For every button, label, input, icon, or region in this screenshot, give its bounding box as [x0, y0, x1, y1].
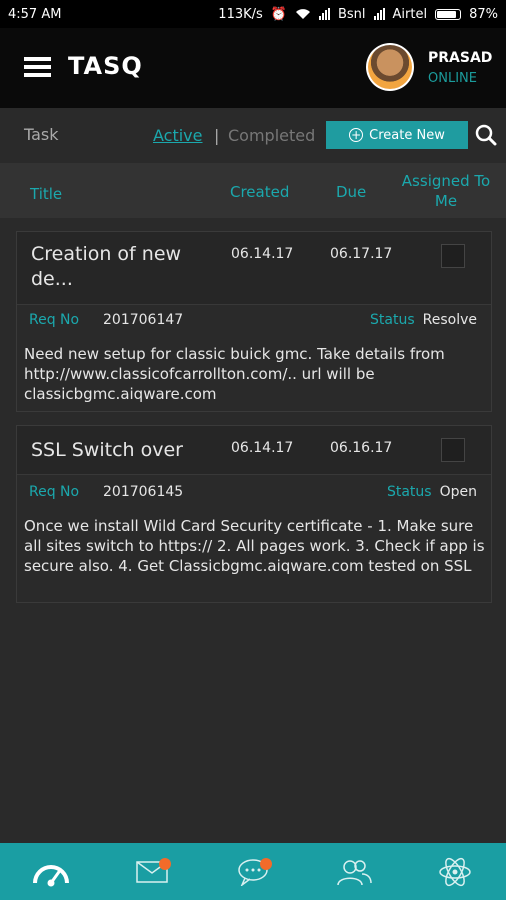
nav-chat[interactable] — [228, 852, 278, 892]
nav-users[interactable] — [329, 852, 379, 892]
column-created[interactable]: Created — [230, 183, 289, 201]
status-bar: 4:57 AM 113K/s ⏰ Bsnl Airtel 87% — [0, 0, 506, 28]
task-label: Task — [24, 125, 59, 144]
task-created-date: 06.14.17 — [231, 246, 294, 262]
task-created-date: 06.14.17 — [231, 440, 294, 456]
network-speed: 113K/s — [218, 6, 263, 22]
req-no-label: Req No — [29, 312, 80, 328]
tab-completed[interactable]: Completed — [228, 126, 315, 145]
task-card-header: Creation of new de... 06.14.17 06.17.17 — [17, 232, 491, 305]
task-description: Once we install Wild Card Security certi… — [24, 517, 485, 575]
create-new-label: Create New — [369, 127, 445, 143]
avatar[interactable] — [366, 43, 414, 91]
task-due-date: 06.17.17 — [330, 246, 393, 262]
assigned-checkbox[interactable] — [441, 438, 465, 462]
mail-badge — [158, 857, 171, 870]
task-description: Need new setup for classic buick gmc. Ta… — [24, 345, 445, 403]
chat-badge — [259, 857, 272, 870]
filter-bar: Task Active | Completed + Create New — [0, 108, 506, 163]
req-no-label: Req No — [29, 484, 80, 500]
column-assigned[interactable]: Assigned To Me — [400, 171, 492, 211]
req-no-value: 201706147 — [103, 312, 184, 328]
bottom-nav — [0, 843, 506, 900]
column-due[interactable]: Due — [336, 183, 366, 201]
status-label: Status — [370, 312, 415, 328]
nav-atom[interactable] — [430, 852, 480, 892]
nav-mail[interactable] — [127, 852, 177, 892]
task-status: Status Resolve — [370, 312, 477, 328]
avatar-image — [368, 45, 412, 89]
column-title[interactable]: Title — [30, 185, 62, 203]
user-status: ONLINE — [428, 71, 477, 86]
signal-icon — [318, 8, 330, 20]
app-logo: TASQ — [68, 52, 143, 80]
battery-icon — [435, 8, 462, 20]
carrier-1: Bsnl — [337, 6, 366, 22]
plus-icon: + — [349, 128, 364, 142]
users-icon — [337, 859, 372, 885]
status-time: 4:57 AM — [8, 6, 62, 22]
create-new-button[interactable]: + Create New — [326, 121, 468, 149]
tab-separator: | — [214, 126, 220, 145]
wifi-icon — [295, 9, 310, 19]
battery-level: 87% — [469, 6, 498, 22]
hamburger-menu-icon[interactable] — [24, 57, 51, 77]
carrier-2: Airtel — [392, 6, 428, 22]
task-due-date: 06.16.17 — [330, 440, 393, 456]
req-no-value: 201706145 — [103, 484, 184, 500]
app-header: TASQ PRASAD ONLINE — [0, 28, 506, 108]
assigned-checkbox[interactable] — [441, 244, 465, 268]
column-header: Title Created Due Assigned To Me — [0, 163, 506, 218]
task-title: Creation of new de... — [31, 243, 182, 290]
dashboard-icon — [32, 864, 69, 886]
tab-active[interactable]: Active — [153, 126, 203, 145]
user-name: PRASAD — [428, 50, 493, 66]
status-value: Resolve — [422, 312, 477, 328]
atom-icon — [439, 857, 472, 886]
task-card-header: SSL Switch over 06.14.17 06.16.17 — [17, 426, 491, 475]
task-card[interactable]: Creation of new de... 06.14.17 06.17.17 … — [16, 231, 492, 412]
signal-icon-2 — [373, 8, 385, 20]
task-status: Status Open — [387, 484, 477, 500]
nav-dashboard[interactable] — [26, 852, 76, 892]
alarm-icon: ⏰ — [270, 6, 287, 22]
task-card[interactable]: SSL Switch over 06.14.17 06.16.17 Req No… — [16, 425, 492, 603]
task-title: SSL Switch over — [31, 439, 183, 461]
status-value: Open — [439, 484, 477, 500]
status-label: Status — [386, 484, 432, 500]
search-icon[interactable] — [475, 124, 497, 146]
status-indicators: 113K/s ⏰ Bsnl Airtel 87% — [218, 7, 498, 22]
